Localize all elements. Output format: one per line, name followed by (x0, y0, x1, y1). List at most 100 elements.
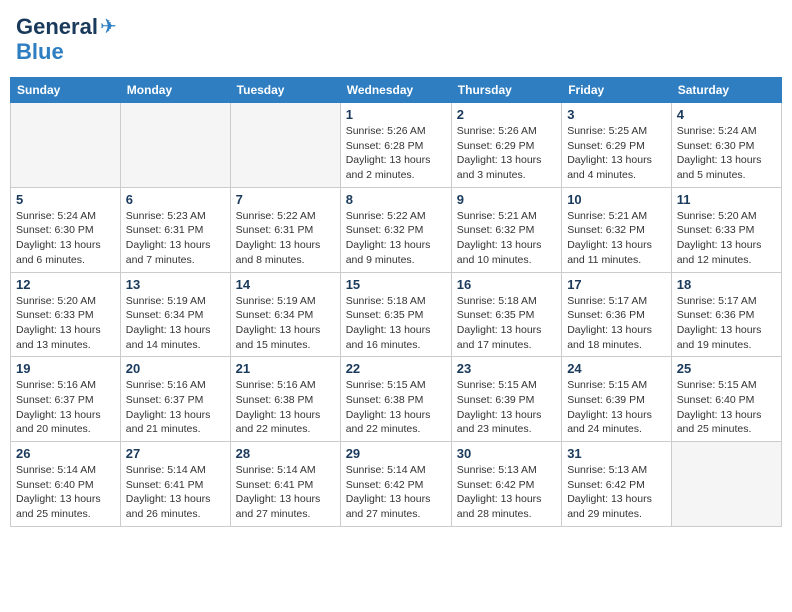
col-header-thursday: Thursday (451, 78, 561, 103)
calendar-cell: 18 Sunrise: 5:17 AM Sunset: 6:36 PM Dayli… (671, 272, 781, 357)
logo-bird-icon: ✈ (100, 14, 117, 39)
day-number: 18 (677, 277, 776, 292)
day-number: 13 (126, 277, 225, 292)
page-header: General ✈ Blue (10, 10, 782, 69)
calendar-cell: 6 Sunrise: 5:23 AM Sunset: 6:31 PM Daylig… (120, 187, 230, 272)
calendar-cell: 30Sunrise: 5:13 AM Sunset: 6:42 PM Dayli… (451, 442, 561, 527)
calendar-cell: 12 Sunrise: 5:20 AM Sunset: 6:33 PM Dayli… (11, 272, 121, 357)
day-number: 12 (16, 277, 115, 292)
calendar-cell (11, 103, 121, 188)
calendar-cell (120, 103, 230, 188)
calendar-cell: 27 Sunrise: 5:14 AM Sunset: 6:41 PM Dayli… (120, 442, 230, 527)
calendar-cell: 31Sunrise: 5:13 AM Sunset: 6:42 PM Dayli… (562, 442, 672, 527)
calendar-cell: 8 Sunrise: 5:22 AM Sunset: 6:32 PM Daylig… (340, 187, 451, 272)
calendar-week-4: 19 Sunrise: 5:16 AM Sunset: 6:37 PM Dayli… (11, 357, 782, 442)
col-header-saturday: Saturday (671, 78, 781, 103)
calendar-cell: 10 Sunrise: 5:21 AM Sunset: 6:32 PM Dayli… (562, 187, 672, 272)
day-info: Sunrise: 5:25 AM Sunset: 6:29 PM Dayligh… (567, 124, 666, 183)
calendar-cell: 28 Sunrise: 5:14 AM Sunset: 6:41 PM Dayli… (230, 442, 340, 527)
day-info: Sunrise: 5:22 AM Sunset: 6:32 PM Dayligh… (346, 209, 446, 268)
day-info: Sunrise: 5:23 AM Sunset: 6:31 PM Dayligh… (126, 209, 225, 268)
day-number: 11 (677, 192, 776, 207)
calendar-cell: 24Sunrise: 5:15 AM Sunset: 6:39 PM Dayli… (562, 357, 672, 442)
calendar-cell: 19 Sunrise: 5:16 AM Sunset: 6:37 PM Dayli… (11, 357, 121, 442)
day-info: Sunrise: 5:15 AM Sunset: 6:38 PM Dayligh… (346, 378, 446, 437)
calendar-week-1: 1Sunrise: 5:26 AM Sunset: 6:28 PM Daylig… (11, 103, 782, 188)
calendar-cell: 20 Sunrise: 5:16 AM Sunset: 6:37 PM Dayli… (120, 357, 230, 442)
day-number: 4 (677, 107, 776, 122)
calendar-header-row: SundayMondayTuesdayWednesdayThursdayFrid… (11, 78, 782, 103)
day-number: 5 (16, 192, 115, 207)
col-header-wednesday: Wednesday (340, 78, 451, 103)
logo-blue: Blue (16, 39, 64, 65)
day-info: Sunrise: 5:20 AM Sunset: 6:33 PM Dayligh… (16, 294, 115, 353)
calendar-cell: 14 Sunrise: 5:19 AM Sunset: 6:34 PM Dayli… (230, 272, 340, 357)
day-info: Sunrise: 5:24 AM Sunset: 6:30 PM Dayligh… (16, 209, 115, 268)
day-number: 17 (567, 277, 666, 292)
day-info: Sunrise: 5:26 AM Sunset: 6:28 PM Dayligh… (346, 124, 446, 183)
calendar-cell: 9 Sunrise: 5:21 AM Sunset: 6:32 PM Daylig… (451, 187, 561, 272)
day-info: Sunrise: 5:20 AM Sunset: 6:33 PM Dayligh… (677, 209, 776, 268)
day-number: 19 (16, 361, 115, 376)
day-number: 27 (126, 446, 225, 461)
day-number: 29 (346, 446, 446, 461)
day-info: Sunrise: 5:22 AM Sunset: 6:31 PM Dayligh… (236, 209, 335, 268)
day-number: 14 (236, 277, 335, 292)
day-number: 6 (126, 192, 225, 207)
day-info: Sunrise: 5:13 AM Sunset: 6:42 PM Dayligh… (567, 463, 666, 522)
calendar-cell: 5 Sunrise: 5:24 AM Sunset: 6:30 PM Daylig… (11, 187, 121, 272)
day-info: Sunrise: 5:17 AM Sunset: 6:36 PM Dayligh… (567, 294, 666, 353)
col-header-sunday: Sunday (11, 78, 121, 103)
day-number: 8 (346, 192, 446, 207)
day-info: Sunrise: 5:16 AM Sunset: 6:37 PM Dayligh… (16, 378, 115, 437)
day-info: Sunrise: 5:21 AM Sunset: 6:32 PM Dayligh… (457, 209, 556, 268)
day-info: Sunrise: 5:26 AM Sunset: 6:29 PM Dayligh… (457, 124, 556, 183)
day-number: 30 (457, 446, 556, 461)
day-number: 24 (567, 361, 666, 376)
day-info: Sunrise: 5:24 AM Sunset: 6:30 PM Dayligh… (677, 124, 776, 183)
day-info: Sunrise: 5:21 AM Sunset: 6:32 PM Dayligh… (567, 209, 666, 268)
day-number: 9 (457, 192, 556, 207)
calendar-cell: 22 Sunrise: 5:15 AM Sunset: 6:38 PM Dayli… (340, 357, 451, 442)
day-info: Sunrise: 5:15 AM Sunset: 6:40 PM Dayligh… (677, 378, 776, 437)
day-info: Sunrise: 5:18 AM Sunset: 6:35 PM Dayligh… (457, 294, 556, 353)
calendar-cell: 25 Sunrise: 5:15 AM Sunset: 6:40 PM Dayli… (671, 357, 781, 442)
calendar-week-2: 5 Sunrise: 5:24 AM Sunset: 6:30 PM Daylig… (11, 187, 782, 272)
day-info: Sunrise: 5:16 AM Sunset: 6:38 PM Dayligh… (236, 378, 335, 437)
day-info: Sunrise: 5:15 AM Sunset: 6:39 PM Dayligh… (457, 378, 556, 437)
calendar-cell: 17 Sunrise: 5:17 AM Sunset: 6:36 PM Dayli… (562, 272, 672, 357)
day-info: Sunrise: 5:19 AM Sunset: 6:34 PM Dayligh… (236, 294, 335, 353)
day-number: 22 (346, 361, 446, 376)
calendar-cell: 7Sunrise: 5:22 AM Sunset: 6:31 PM Daylig… (230, 187, 340, 272)
calendar-cell: 13 Sunrise: 5:19 AM Sunset: 6:34 PM Dayli… (120, 272, 230, 357)
day-number: 16 (457, 277, 556, 292)
calendar-cell (230, 103, 340, 188)
day-number: 25 (677, 361, 776, 376)
day-info: Sunrise: 5:14 AM Sunset: 6:41 PM Dayligh… (236, 463, 335, 522)
day-number: 3 (567, 107, 666, 122)
calendar-cell: 2 Sunrise: 5:26 AM Sunset: 6:29 PM Daylig… (451, 103, 561, 188)
col-header-friday: Friday (562, 78, 672, 103)
calendar-cell: 23 Sunrise: 5:15 AM Sunset: 6:39 PM Dayli… (451, 357, 561, 442)
day-number: 10 (567, 192, 666, 207)
calendar-cell: 4 Sunrise: 5:24 AM Sunset: 6:30 PM Daylig… (671, 103, 781, 188)
day-info: Sunrise: 5:19 AM Sunset: 6:34 PM Dayligh… (126, 294, 225, 353)
day-number: 28 (236, 446, 335, 461)
calendar-cell: 26Sunrise: 5:14 AM Sunset: 6:40 PM Dayli… (11, 442, 121, 527)
calendar-cell: 3 Sunrise: 5:25 AM Sunset: 6:29 PM Daylig… (562, 103, 672, 188)
col-header-tuesday: Tuesday (230, 78, 340, 103)
col-header-monday: Monday (120, 78, 230, 103)
day-info: Sunrise: 5:14 AM Sunset: 6:40 PM Dayligh… (16, 463, 115, 522)
day-number: 15 (346, 277, 446, 292)
day-info: Sunrise: 5:14 AM Sunset: 6:41 PM Dayligh… (126, 463, 225, 522)
day-number: 23 (457, 361, 556, 376)
calendar-cell: 11 Sunrise: 5:20 AM Sunset: 6:33 PM Dayli… (671, 187, 781, 272)
day-number: 20 (126, 361, 225, 376)
calendar-cell: 16 Sunrise: 5:18 AM Sunset: 6:35 PM Dayli… (451, 272, 561, 357)
calendar-week-5: 26Sunrise: 5:14 AM Sunset: 6:40 PM Dayli… (11, 442, 782, 527)
day-info: Sunrise: 5:16 AM Sunset: 6:37 PM Dayligh… (126, 378, 225, 437)
calendar-cell: 21Sunrise: 5:16 AM Sunset: 6:38 PM Dayli… (230, 357, 340, 442)
day-number: 2 (457, 107, 556, 122)
calendar-cell: 1Sunrise: 5:26 AM Sunset: 6:28 PM Daylig… (340, 103, 451, 188)
day-info: Sunrise: 5:17 AM Sunset: 6:36 PM Dayligh… (677, 294, 776, 353)
